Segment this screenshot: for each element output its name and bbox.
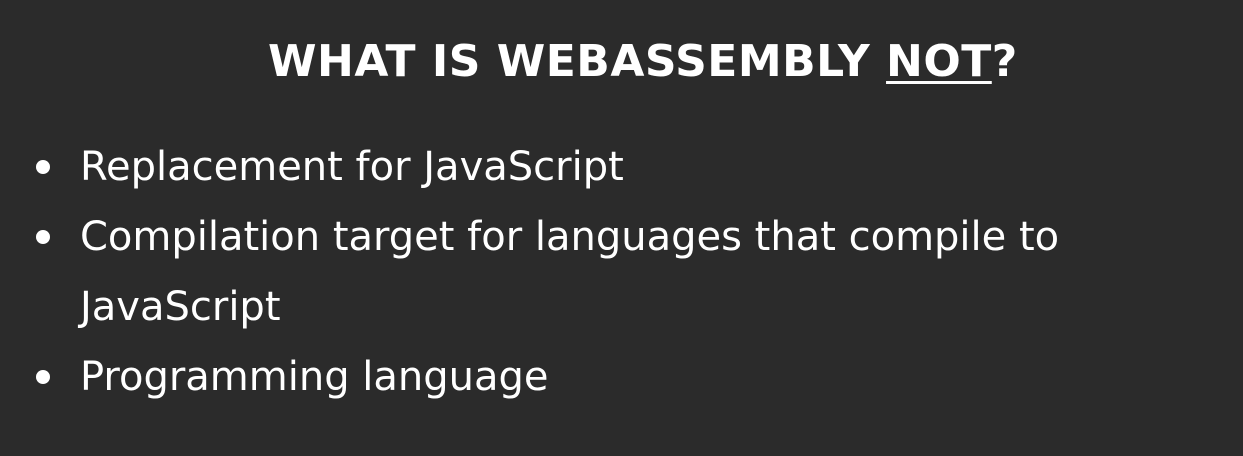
- bullet-item: Compilation target for languages that co…: [34, 202, 1224, 342]
- bullet-item: Replacement for JavaScript: [34, 132, 1224, 202]
- title-suffix: ?: [991, 36, 1018, 87]
- bullet-list: Replacement for JavaScript Compilation t…: [34, 132, 1224, 412]
- title-emphasis: NOT: [886, 36, 992, 87]
- bullet-dot-icon: [36, 160, 50, 174]
- slide-title: WHAT IS WEBASSEMBLY NOT?: [268, 22, 1018, 102]
- bullet-dot-icon: [36, 370, 50, 384]
- presentation-slide: WHAT IS WEBASSEMBLY NOT? Replacement for…: [0, 0, 1243, 456]
- title-prefix: WHAT IS WEBASSEMBLY: [268, 36, 887, 87]
- bullet-item: Programming language: [34, 342, 1224, 412]
- bullet-text: Compilation target for languages that co…: [80, 214, 1060, 330]
- bullet-text: Programming language: [80, 354, 549, 400]
- bullet-dot-icon: [36, 230, 50, 244]
- bullet-text: Replacement for JavaScript: [80, 144, 624, 190]
